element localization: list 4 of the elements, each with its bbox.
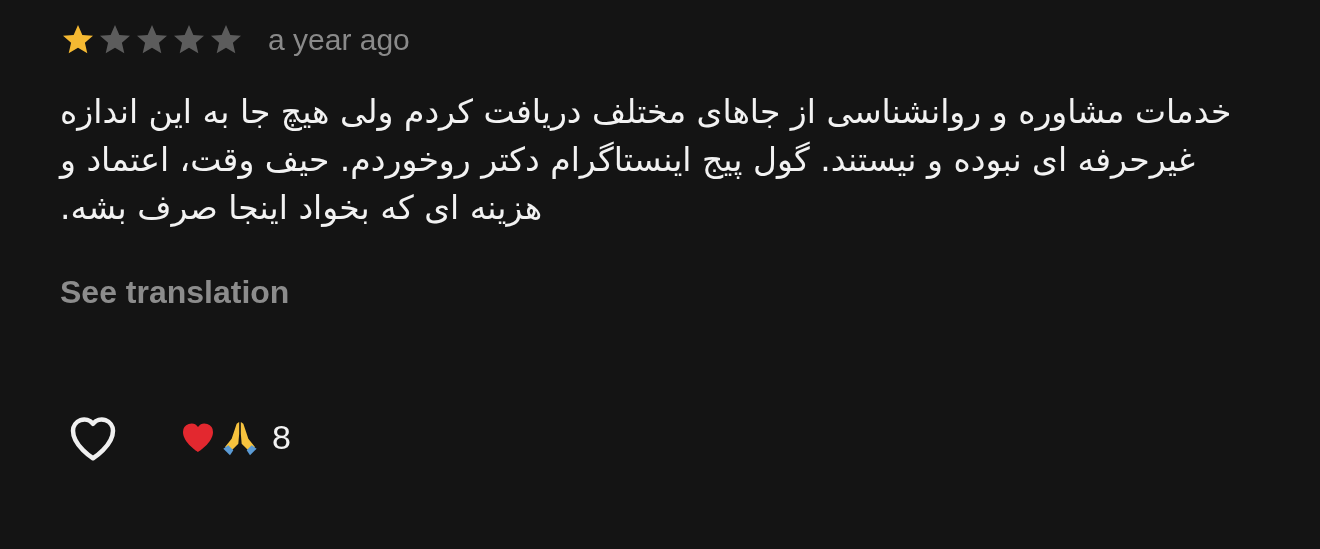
review-text: خدمات مشاوره و روانشناسی از جاهای مختلف دریافت کردم ولی هیچ جا به این اندازه غیرحرفه ای نبوده و نیستند. گول پیج اینستاگرام دکتر روخوردم. حیف وقت، اعتماد و هزینه ای که بخواد اینجا صرف بشه.	[60, 91, 1233, 229]
see-translation-link[interactable]: See translation	[60, 274, 290, 311]
reaction-count: 8	[272, 417, 291, 457]
review-time: a year ago	[268, 23, 410, 57]
